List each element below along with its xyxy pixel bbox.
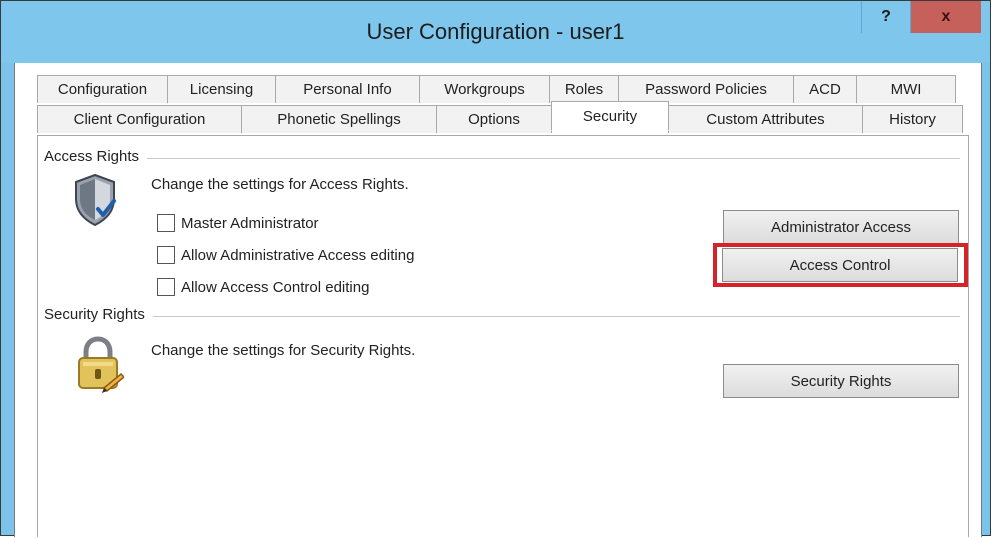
tab-history[interactable]: History xyxy=(862,105,963,133)
window-title: User Configuration - user1 xyxy=(366,19,625,44)
help-button[interactable]: ? xyxy=(861,1,911,33)
lock-icon xyxy=(78,336,124,393)
tab-password-policies[interactable]: Password Policies xyxy=(618,75,794,103)
allow-access-control-editing-checkbox-row[interactable]: Allow Access Control editing xyxy=(157,278,369,296)
master-administrator-checkbox-row[interactable]: Master Administrator xyxy=(157,214,319,232)
security-rights-description: Change the settings for Security Rights. xyxy=(151,342,416,359)
shield-icon xyxy=(75,173,116,227)
allow-access-control-editing-checkbox[interactable] xyxy=(157,278,175,296)
allow-admin-access-editing-checkbox[interactable] xyxy=(157,246,175,264)
tab-row-1: Configuration Licensing Personal Info Wo… xyxy=(37,75,956,103)
close-button[interactable]: x xyxy=(911,1,981,33)
access-rights-description: Change the settings for Access Rights. xyxy=(151,176,409,193)
security-rights-divider xyxy=(46,316,960,317)
dialog-content: Configuration Licensing Personal Info Wo… xyxy=(14,63,982,537)
allow-access-control-editing-label[interactable]: Allow Access Control editing xyxy=(181,279,369,296)
security-rights-button[interactable]: Security Rights xyxy=(723,364,959,398)
tab-roles[interactable]: Roles xyxy=(549,75,619,103)
allow-admin-access-editing-checkbox-row[interactable]: Allow Administrative Access editing xyxy=(157,246,414,264)
user-configuration-window: User Configuration - user1 ? x Configura… xyxy=(0,0,991,537)
tab-workgroups[interactable]: Workgroups xyxy=(419,75,550,103)
tab-security[interactable]: Security xyxy=(551,101,669,131)
tab-options[interactable]: Options xyxy=(436,105,552,133)
tab-licensing[interactable]: Licensing xyxy=(167,75,276,103)
tab-configuration[interactable]: Configuration xyxy=(37,75,168,103)
tab-custom-attributes[interactable]: Custom Attributes xyxy=(668,105,863,133)
administrator-access-button[interactable]: Administrator Access xyxy=(723,210,959,244)
tab-acd[interactable]: ACD xyxy=(793,75,857,103)
access-rights-title: Access Rights xyxy=(44,148,148,165)
security-rights-title: Security Rights xyxy=(44,306,153,323)
title-bar[interactable]: User Configuration - user1 ? x xyxy=(1,1,990,63)
tab-phonetic-spellings[interactable]: Phonetic Spellings xyxy=(241,105,437,133)
tab-row-2: Client Configuration Phonetic Spellings … xyxy=(37,101,963,133)
access-control-button[interactable]: Access Control xyxy=(722,248,958,282)
tab-client-configuration[interactable]: Client Configuration xyxy=(37,105,242,133)
allow-admin-access-editing-label[interactable]: Allow Administrative Access editing xyxy=(181,247,414,264)
master-administrator-label[interactable]: Master Administrator xyxy=(181,215,319,232)
master-administrator-checkbox[interactable] xyxy=(157,214,175,232)
security-tab-panel: Access Rights Change the settings for Ac… xyxy=(37,135,969,537)
access-rights-divider xyxy=(46,158,960,159)
tab-personal-info[interactable]: Personal Info xyxy=(275,75,420,103)
tab-mwi[interactable]: MWI xyxy=(856,75,956,103)
